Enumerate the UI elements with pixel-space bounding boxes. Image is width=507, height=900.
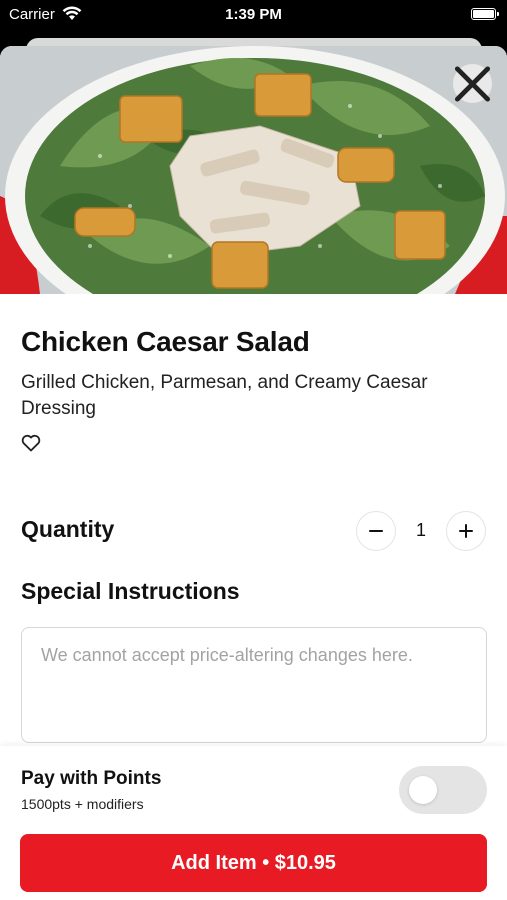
pay-with-points-toggle[interactable]: [399, 766, 487, 814]
pay-with-points-label: Pay with Points: [21, 768, 162, 789]
caesar-salad-photo: [0, 46, 507, 294]
close-button[interactable]: [453, 64, 492, 103]
special-instructions-input[interactable]: [21, 627, 487, 743]
special-instructions-label: Special Instructions: [21, 578, 240, 604]
quantity-increase-button[interactable]: [446, 511, 486, 551]
status-bar: Carrier 1:39 PM: [0, 0, 507, 34]
quantity-label: Quantity: [21, 516, 115, 542]
points-cost: 1500pts + modifiers: [21, 796, 144, 812]
item-detail-sheet: Chicken Caesar Salad Grilled Chicken, Pa…: [0, 46, 507, 900]
quantity-decrease-button[interactable]: [356, 511, 396, 551]
battery-icon: [471, 8, 499, 20]
close-icon: [454, 65, 491, 102]
clock: 1:39 PM: [225, 6, 282, 23]
item-description: Grilled Chicken, Parmesan, and Creamy Ca…: [21, 372, 428, 419]
minus-icon: [369, 530, 383, 532]
checkout-footer: Pay with Points 1500pts + modifiers Add …: [0, 746, 507, 900]
add-item-button[interactable]: Add Item • $10.95: [20, 834, 487, 892]
item-title: Chicken Caesar Salad: [21, 326, 310, 357]
toggle-knob: [409, 776, 437, 804]
quantity-value: 1: [415, 520, 426, 540]
item-photo: [0, 46, 507, 294]
favorite-heart-icon[interactable]: [21, 434, 41, 452]
plus-icon: [459, 524, 473, 538]
